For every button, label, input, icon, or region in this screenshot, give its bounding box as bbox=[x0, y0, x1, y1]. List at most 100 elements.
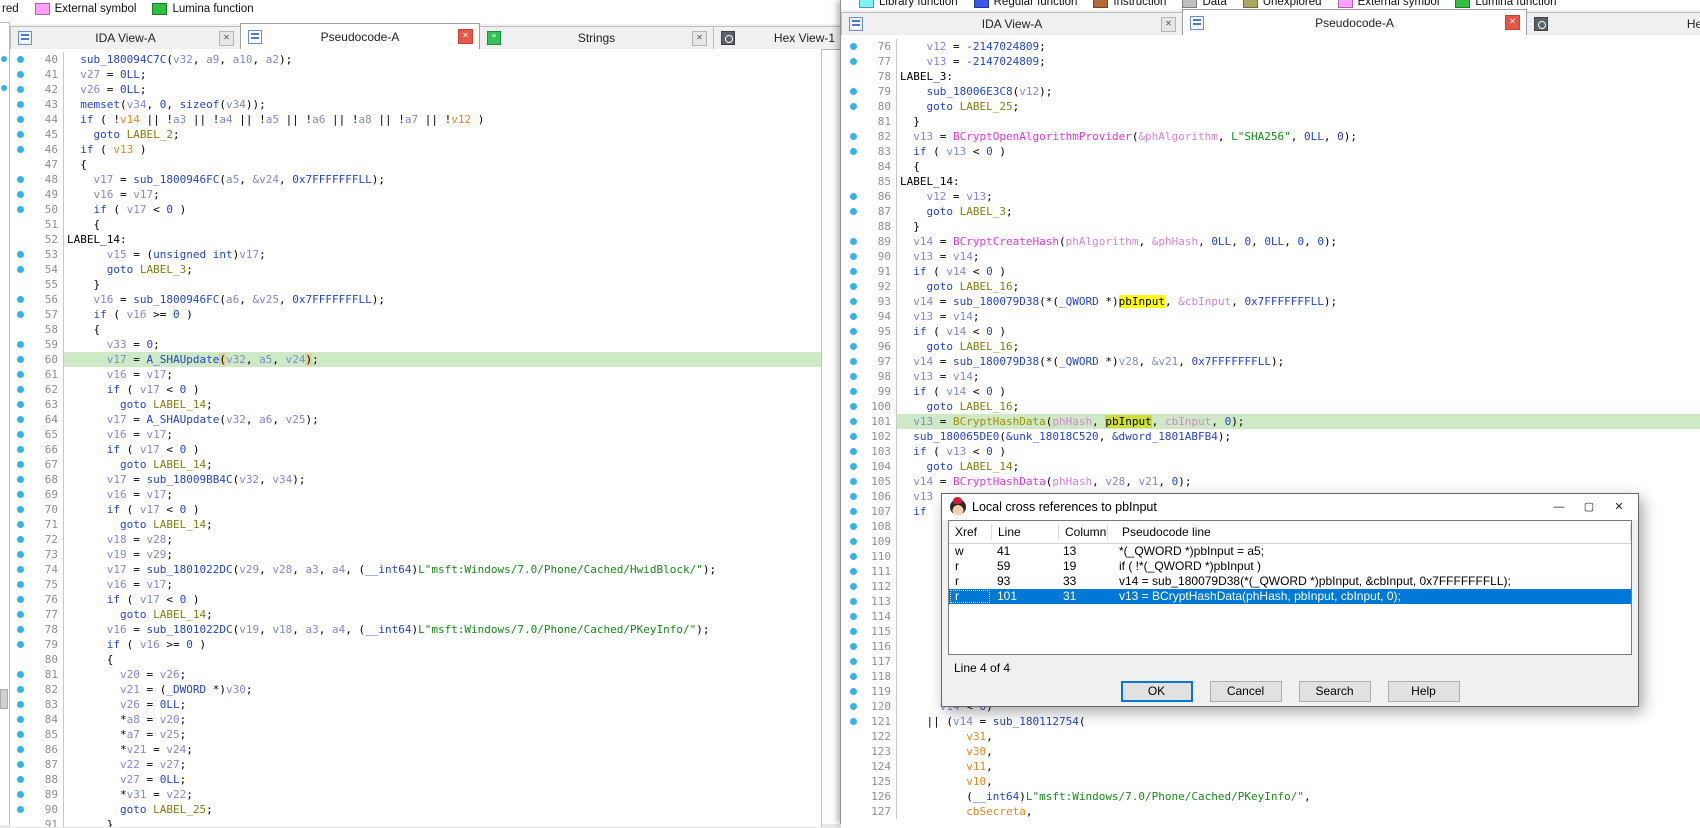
code-line[interactable]: 87 v22 = v27; bbox=[10, 757, 821, 772]
code-line[interactable]: 89 v14 = BCryptCreateHash(phAlgorithm, &… bbox=[841, 234, 1700, 249]
xref-row[interactable]: r10131v13 = BCryptHashData(phHash, pbInp… bbox=[949, 589, 1631, 604]
code-line[interactable]: 125 v10, bbox=[841, 774, 1700, 789]
xref-row[interactable]: r9333v14 = sub_180079D38(*(_QWORD *)pbIn… bbox=[949, 574, 1631, 589]
tab-pseudocode-a[interactable]: Pseudocode-A✕ bbox=[1182, 9, 1527, 35]
code-line[interactable]: 69 v16 = v17; bbox=[10, 487, 821, 502]
tab-close-icon[interactable]: ✕ bbox=[458, 29, 473, 44]
xref-row[interactable]: r5919if ( !*(_QWORD *)pbInput ) bbox=[949, 559, 1631, 574]
code-line[interactable]: 126 (__int64)L"msft:Windows/7.0/Phone/Ca… bbox=[841, 789, 1700, 804]
code-line[interactable]: 101 v13 = BCryptHashData(phHash, pbInput… bbox=[841, 414, 1700, 429]
code-line[interactable]: 93 v14 = sub_180079D38(*(_QWORD *)pbInpu… bbox=[841, 294, 1700, 309]
code-line[interactable]: 64 v17 = A_SHAUpdate(v32, a6, v25); bbox=[10, 412, 821, 427]
code-line[interactable]: 90 goto LABEL_25; bbox=[10, 802, 821, 817]
code-line[interactable]: 84 *a8 = v20; bbox=[10, 712, 821, 727]
code-line[interactable]: 121 || (v14 = sub_180112754( bbox=[841, 714, 1700, 729]
code-line[interactable]: 48 v17 = sub_1800946FC(a5, &v24, 0x7FFFF… bbox=[10, 172, 821, 187]
code-line[interactable]: 71 goto LABEL_14; bbox=[10, 517, 821, 532]
code-line[interactable]: 74 v17 = sub_1801022DC(v29, v28, a3, a4,… bbox=[10, 562, 821, 577]
tab-strings[interactable]: ”Strings✕ bbox=[479, 26, 714, 49]
code-line[interactable]: 97 v14 = sub_180079D38(*(_QWORD *)v28, &… bbox=[841, 354, 1700, 369]
column-header-xref[interactable]: Xref bbox=[949, 524, 992, 540]
code-line[interactable]: 60 v17 = A_SHAUpdate(v32, a5, v24); bbox=[10, 352, 821, 367]
code-line[interactable]: 92 goto LABEL_16; bbox=[841, 279, 1700, 294]
code-line[interactable]: 103 if ( v13 < 0 ) bbox=[841, 444, 1700, 459]
code-line[interactable]: 70 if ( v17 < 0 ) bbox=[10, 502, 821, 517]
tab-close-icon[interactable]: ✕ bbox=[1161, 17, 1176, 32]
code-line[interactable]: 47 { bbox=[10, 157, 821, 172]
code-line[interactable]: 44 if ( !v14 || !a3 || !a4 || !a5 || !a6… bbox=[10, 112, 821, 127]
code-line[interactable]: 83 v26 = 0LL; bbox=[10, 697, 821, 712]
code-line[interactable]: 98 v13 = v14; bbox=[841, 369, 1700, 384]
close-icon[interactable]: ✕ bbox=[1604, 496, 1634, 518]
code-line[interactable]: 75 v16 = v17; bbox=[10, 577, 821, 592]
code-line[interactable]: 63 goto LABEL_14; bbox=[10, 397, 821, 412]
code-line[interactable]: 105 v14 = BCryptHashData(phHash, v28, v2… bbox=[841, 474, 1700, 489]
column-header-line[interactable]: Line bbox=[992, 524, 1059, 540]
code-line[interactable]: 122 v31, bbox=[841, 729, 1700, 744]
code-line[interactable]: 73 v19 = v29; bbox=[10, 547, 821, 562]
code-line[interactable]: 82 v21 = (_DWORD *)v30; bbox=[10, 682, 821, 697]
tab-close-icon[interactable]: ✕ bbox=[1505, 15, 1520, 30]
search-button[interactable]: Search bbox=[1299, 681, 1371, 702]
code-line[interactable]: 66 if ( v17 < 0 ) bbox=[10, 442, 821, 457]
code-line[interactable]: 67 goto LABEL_14; bbox=[10, 457, 821, 472]
code-line[interactable]: 127 cbSecreta, bbox=[841, 804, 1700, 819]
code-line[interactable]: 77 goto LABEL_14; bbox=[10, 607, 821, 622]
code-line[interactable]: 88 v27 = 0LL; bbox=[10, 772, 821, 787]
code-line[interactable]: 61 v16 = v17; bbox=[10, 367, 821, 382]
ok-button[interactable]: OK bbox=[1121, 681, 1193, 702]
help-button[interactable]: Help bbox=[1388, 681, 1460, 702]
code-line[interactable]: 42 v26 = 0LL; bbox=[10, 82, 821, 97]
code-line[interactable]: 94 v13 = v14; bbox=[841, 309, 1700, 324]
code-line[interactable]: 76 if ( v17 < 0 ) bbox=[10, 592, 821, 607]
column-header-column[interactable]: Column bbox=[1059, 524, 1108, 540]
tab-ida-view-a[interactable]: IDA View-A✕ bbox=[10, 26, 241, 49]
tab-hex[interactable]: Hex bbox=[1526, 12, 1700, 35]
maximize-icon[interactable]: ▢ bbox=[1574, 496, 1604, 518]
code-line[interactable]: 77 v13 = -2147024809; bbox=[841, 54, 1700, 69]
code-line[interactable]: 45 goto LABEL_2; bbox=[10, 127, 821, 142]
code-line[interactable]: 53 v15 = (unsigned int)v17; bbox=[10, 247, 821, 262]
code-line[interactable]: 52LABEL_14: bbox=[10, 232, 821, 247]
tab-ida-view-a[interactable]: IDA View-A✕ bbox=[841, 12, 1183, 35]
tab-pseudocode-a[interactable]: Pseudocode-A✕ bbox=[240, 23, 480, 49]
code-line[interactable]: 91 if ( v14 < 0 ) bbox=[841, 264, 1700, 279]
code-line[interactable]: 89 *v31 = v22; bbox=[10, 787, 821, 802]
code-line[interactable]: 86 *v21 = v24; bbox=[10, 742, 821, 757]
code-line[interactable]: 123 v30, bbox=[841, 744, 1700, 759]
code-line[interactable]: 79 sub_18006E3C8(v12); bbox=[841, 84, 1700, 99]
code-line[interactable]: 91 } bbox=[10, 817, 821, 827]
code-line[interactable]: 72 v18 = v28; bbox=[10, 532, 821, 547]
code-line[interactable]: 84 { bbox=[841, 159, 1700, 174]
code-line[interactable]: 87 goto LABEL_3; bbox=[841, 204, 1700, 219]
scrollbar-thumb[interactable] bbox=[0, 689, 8, 709]
tab-close-icon[interactable]: ✕ bbox=[692, 31, 707, 46]
dialog-titlebar[interactable]: Local cross references to pbInput — ▢ ✕ bbox=[942, 494, 1638, 520]
code-line[interactable]: 56 v16 = sub_1800946FC(a6, &v25, 0x7FFFF… bbox=[10, 292, 821, 307]
code-line[interactable]: 57 if ( v16 >= 0 ) bbox=[10, 307, 821, 322]
cancel-button[interactable]: Cancel bbox=[1210, 681, 1282, 702]
code-line[interactable]: 83 if ( v13 < 0 ) bbox=[841, 144, 1700, 159]
code-line[interactable]: 68 v17 = sub_18009BB4C(v32, v34); bbox=[10, 472, 821, 487]
code-line[interactable]: 50 if ( v17 < 0 ) bbox=[10, 202, 821, 217]
code-line[interactable]: 80 goto LABEL_25; bbox=[841, 99, 1700, 114]
code-line[interactable]: 104 goto LABEL_14; bbox=[841, 459, 1700, 474]
pseudocode-pane-right[interactable]: 76 v12 = -2147024809;77 v13 = -214702480… bbox=[841, 35, 1700, 828]
code-line[interactable]: 99 if ( v14 < 0 ) bbox=[841, 384, 1700, 399]
code-line[interactable]: 82 v13 = BCryptOpenAlgorithmProvider(&ph… bbox=[841, 129, 1700, 144]
code-line[interactable]: 54 goto LABEL_3; bbox=[10, 262, 821, 277]
code-line[interactable]: 41 v27 = 0LL; bbox=[10, 67, 821, 82]
xref-table-header[interactable]: XrefLineColumnPseudocode line bbox=[949, 521, 1631, 544]
code-line[interactable]: 49 v16 = v17; bbox=[10, 187, 821, 202]
tab-close-icon[interactable]: ✕ bbox=[219, 31, 234, 46]
code-line[interactable]: 43 memset(v34, 0, sizeof(v34)); bbox=[10, 97, 821, 112]
code-line[interactable]: 58 { bbox=[10, 322, 821, 337]
code-line[interactable]: 65 v16 = v17; bbox=[10, 427, 821, 442]
code-line[interactable]: 100 goto LABEL_16; bbox=[841, 399, 1700, 414]
code-line[interactable]: 76 v12 = -2147024809; bbox=[841, 39, 1700, 54]
code-line[interactable]: 46 if ( v13 ) bbox=[10, 142, 821, 157]
code-line[interactable]: 124 v11, bbox=[841, 759, 1700, 774]
code-line[interactable]: 78 v16 = sub_1801022DC(v19, v18, a3, a4,… bbox=[10, 622, 821, 637]
code-line[interactable]: 40 sub_180094C7C(v32, a9, a10, a2); bbox=[10, 52, 821, 67]
code-line[interactable]: 85LABEL_14: bbox=[841, 174, 1700, 189]
